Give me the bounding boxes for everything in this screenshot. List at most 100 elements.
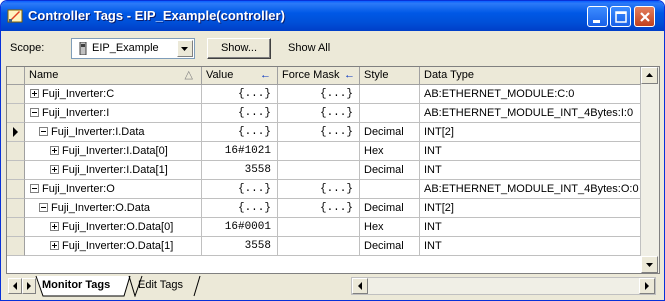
show-button[interactable]: Show... xyxy=(207,38,271,59)
tab-scroll-left[interactable] xyxy=(8,278,22,294)
value-cell[interactable]: {...} xyxy=(202,199,278,218)
table-row[interactable]: Fuji_Inverter:I {...} {...} AB:ETHERNET_… xyxy=(7,104,641,123)
force-mask-cell[interactable]: {...} xyxy=(278,199,360,218)
table-row[interactable]: Fuji_Inverter:O.Data[0] 16#0001 Hex INT xyxy=(7,218,641,237)
minimize-button[interactable] xyxy=(587,6,608,27)
expand-icon[interactable] xyxy=(50,164,59,174)
table-row[interactable]: Fuji_Inverter:I.Data[1] 3558 Decimal INT xyxy=(7,161,641,180)
style-cell[interactable]: Hex xyxy=(360,142,420,161)
tag-name-cell[interactable]: Fuji_Inverter:I.Data[1] xyxy=(25,161,202,180)
vertical-scrollbar[interactable] xyxy=(641,67,659,273)
expand-icon[interactable] xyxy=(50,221,59,231)
table-row[interactable]: Fuji_Inverter:C {...} {...} AB:ETHERNET_… xyxy=(7,85,641,104)
row-selector[interactable] xyxy=(7,123,25,142)
table-row[interactable]: Fuji_Inverter:O {...} {...} AB:ETHERNET_… xyxy=(7,180,641,199)
style-cell[interactable]: Decimal xyxy=(360,123,420,142)
value-cell[interactable]: {...} xyxy=(202,180,278,199)
scroll-up-button[interactable] xyxy=(641,67,658,84)
table-row[interactable]: Fuji_Inverter:I.Data {...} {...} Decimal… xyxy=(7,123,641,142)
column-header-name[interactable]: Name △ xyxy=(25,67,202,85)
row-selector[interactable] xyxy=(7,180,25,199)
tag-name-cell[interactable]: Fuji_Inverter:I.Data xyxy=(25,123,202,142)
value-cell[interactable]: 3558 xyxy=(202,161,278,180)
expand-icon[interactable] xyxy=(30,88,39,98)
show-all-label: Show All xyxy=(288,42,331,54)
expand-icon[interactable] xyxy=(50,240,59,250)
data-type-cell: INT xyxy=(420,142,641,161)
value-cell[interactable]: 16#1021 xyxy=(202,142,278,161)
scroll-right-icon xyxy=(645,282,649,290)
tag-name-cell[interactable]: Fuji_Inverter:O.Data xyxy=(25,199,202,218)
style-cell[interactable] xyxy=(360,85,420,104)
column-header-style[interactable]: Style xyxy=(360,67,420,85)
horizontal-scrollbar[interactable] xyxy=(351,277,656,295)
style-cell[interactable]: Decimal xyxy=(360,199,420,218)
collapse-icon[interactable] xyxy=(39,202,48,212)
collapse-icon[interactable] xyxy=(30,107,39,117)
tag-name-cell[interactable]: Fuji_Inverter:I.Data[0] xyxy=(25,142,202,161)
data-type-cell: AB:ETHERNET_MODULE_INT_4Bytes:O:0 xyxy=(420,180,641,199)
expand-icon[interactable] xyxy=(50,145,59,155)
style-cell[interactable] xyxy=(360,104,420,123)
scope-select[interactable]: EIP_Example xyxy=(71,38,195,59)
scroll-down-button[interactable] xyxy=(641,256,658,273)
value-cell[interactable]: {...} xyxy=(202,123,278,142)
force-mask-cell[interactable]: {...} xyxy=(278,104,360,123)
tab-monitor-tags[interactable]: Monitor Tags xyxy=(42,279,110,291)
table-row[interactable]: Fuji_Inverter:I.Data[0] 16#1021 Hex INT xyxy=(7,142,641,161)
force-mask-cell[interactable]: {...} xyxy=(278,180,360,199)
scroll-right-button[interactable] xyxy=(639,278,655,294)
title-bar[interactable]: Controller Tags - EIP_Example(controller… xyxy=(1,1,664,31)
scope-label: Scope: xyxy=(10,42,45,54)
row-selector[interactable] xyxy=(7,237,25,256)
force-mask-cell[interactable]: {...} xyxy=(278,85,360,104)
controller-tags-window: Controller Tags - EIP_Example(controller… xyxy=(0,0,665,301)
value-cell[interactable]: 16#0001 xyxy=(202,218,278,237)
close-icon xyxy=(640,12,650,22)
tag-name: Fuji_Inverter:O.Data[1] xyxy=(62,240,174,252)
scroll-up-icon xyxy=(646,73,653,77)
table-row[interactable]: Fuji_Inverter:O.Data {...} {...} Decimal… xyxy=(7,199,641,218)
style-cell[interactable]: Decimal xyxy=(360,161,420,180)
scroll-left-button[interactable] xyxy=(352,278,368,294)
value-cell[interactable]: {...} xyxy=(202,85,278,104)
value-cell[interactable]: {...} xyxy=(202,104,278,123)
collapse-icon[interactable] xyxy=(30,183,39,193)
tag-name-cell[interactable]: Fuji_Inverter:O xyxy=(25,180,202,199)
tag-name-cell[interactable]: Fuji_Inverter:O.Data[1] xyxy=(25,237,202,256)
tag-name: Fuji_Inverter:I.Data[0] xyxy=(62,145,168,157)
force-mask-cell[interactable]: {...} xyxy=(278,123,360,142)
row-selector[interactable] xyxy=(7,161,25,180)
maximize-button[interactable] xyxy=(610,6,631,27)
row-selector[interactable] xyxy=(7,218,25,237)
tag-name-cell[interactable]: Fuji_Inverter:C xyxy=(25,85,202,104)
tag-name-cell[interactable]: Fuji_Inverter:O.Data[0] xyxy=(25,218,202,237)
data-type-cell: INT[2] xyxy=(420,123,641,142)
value-cell[interactable]: 3558 xyxy=(202,237,278,256)
scroll-down-icon xyxy=(646,263,653,267)
row-selector[interactable] xyxy=(7,142,25,161)
force-mask-cell[interactable] xyxy=(278,218,360,237)
tag-name-cell[interactable]: Fuji_Inverter:I xyxy=(25,104,202,123)
force-mask-cell[interactable] xyxy=(278,142,360,161)
column-header-value[interactable]: Value ← xyxy=(202,67,278,85)
row-selector[interactable] xyxy=(7,104,25,123)
style-cell[interactable]: Decimal xyxy=(360,237,420,256)
style-cell[interactable]: Hex xyxy=(360,218,420,237)
column-header-data-type[interactable]: Data Type xyxy=(420,67,641,85)
arrow-left-icon: ← xyxy=(260,69,271,81)
tab-edit-tags[interactable]: Edit Tags xyxy=(138,279,183,291)
collapse-icon[interactable] xyxy=(39,126,48,136)
tag-name: Fuji_Inverter:O xyxy=(42,183,115,195)
tag-name: Fuji_Inverter:I.Data[1] xyxy=(62,164,168,176)
style-cell[interactable] xyxy=(360,180,420,199)
force-mask-cell[interactable] xyxy=(278,161,360,180)
row-selector[interactable] xyxy=(7,199,25,218)
close-button[interactable] xyxy=(634,6,655,27)
row-selector-header xyxy=(7,67,25,85)
row-selector[interactable] xyxy=(7,85,25,104)
scope-dropdown-button[interactable] xyxy=(177,40,193,57)
column-header-force-mask[interactable]: Force Mask ← xyxy=(278,67,360,85)
table-row[interactable]: Fuji_Inverter:O.Data[1] 3558 Decimal INT xyxy=(7,237,641,256)
force-mask-cell[interactable] xyxy=(278,237,360,256)
